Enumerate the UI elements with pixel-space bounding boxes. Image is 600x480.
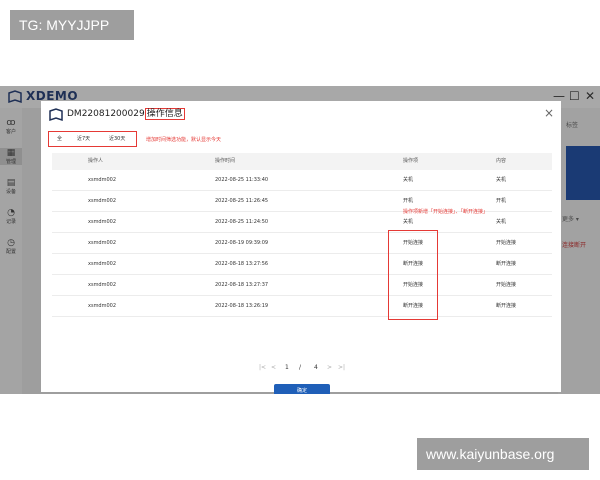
cell-time: 2022-08-18 13:26:19 xyxy=(215,303,269,309)
filter-last-30-days-tab[interactable]: 近30天 xyxy=(109,136,125,143)
table-row: xsmdm002 2022-08-19 09:39:09 开始连接 开始连接 xyxy=(52,233,552,254)
table-row: xsmdm002 2022-08-25 11:33:40 关机 关机 xyxy=(52,170,552,191)
filter-last-7-days-tab[interactable]: 近7天 xyxy=(77,136,90,143)
dialog-title-label: 操作信息 xyxy=(144,108,185,120)
cell-operator: xsmdm002 xyxy=(88,177,117,183)
cell-time: 2022-08-25 11:26:45 xyxy=(215,198,269,204)
record-icon: ◔ xyxy=(7,208,15,218)
blue-panel xyxy=(566,146,600,200)
dialog-logo-icon xyxy=(49,108,63,122)
cell-content: 关机 xyxy=(496,177,507,183)
table-row: xsmdm002 2022-08-18 13:27:37 开始连接 开始连接 xyxy=(52,275,552,296)
nav-item-config[interactable]: ◷ 配置 xyxy=(0,238,22,255)
operation-info-dialog: DM22081200029 操作信息 × 全 近7天 近30天 增加时间筛选功能，… xyxy=(41,101,561,394)
app-screenshot: XDEMO — ☐ ✕ ꝏ 客户 ▦ 管理 ▤ 设备 ◔ 记录 ◷ 配置 标签 更多 ▾ … xyxy=(0,86,600,394)
cell-operator: xsmdm002 xyxy=(88,303,117,309)
column-header-operation: 操作项 xyxy=(403,158,419,164)
cell-operation: 关机 xyxy=(403,219,414,225)
cell-content: 开始连接 xyxy=(496,240,517,246)
total-pages: 4 xyxy=(314,364,318,371)
device-icon: ▤ xyxy=(6,178,16,188)
maximize-button[interactable]: ☐ xyxy=(569,88,580,104)
disconnect-status: 连接断开 xyxy=(562,242,587,249)
current-page[interactable]: 1 xyxy=(285,364,289,372)
cell-content: 断开连接 xyxy=(496,303,517,309)
app-sidebar: ꝏ 客户 ▦ 管理 ▤ 设备 ◔ 记录 ◷ 配置 xyxy=(0,108,22,394)
time-filter: 全 近7天 近30天 xyxy=(48,131,137,147)
operation-annotation: 操作项新增「开始连接」、「断开连接」 xyxy=(403,209,489,215)
cell-content: 断开连接 xyxy=(496,261,517,267)
table-row: xsmdm002 2022-08-18 13:27:56 断开连接 断开连接 xyxy=(52,254,552,275)
cell-content: 开机 xyxy=(496,198,507,204)
ok-button[interactable]: 确定 xyxy=(274,384,330,394)
nav-item-customer[interactable]: ꝏ 客户 xyxy=(0,118,22,135)
filter-all-tab[interactable]: 全 xyxy=(57,136,62,143)
cell-time: 2022-08-19 09:39:09 xyxy=(215,240,269,246)
cell-operation: 关机 xyxy=(403,177,414,183)
cell-time: 2022-08-25 11:33:40 xyxy=(215,177,269,183)
first-page-button[interactable]: |< xyxy=(259,364,266,372)
dialog-title: DM22081200029 操作信息 xyxy=(67,108,185,120)
right-label: 标签 xyxy=(566,122,579,129)
cell-operator: xsmdm002 xyxy=(88,282,117,288)
watermark-top: TG: MYYJJPP xyxy=(10,10,134,40)
nav-item-manage[interactable]: ▦ 管理 xyxy=(0,148,22,165)
last-page-button[interactable]: >| xyxy=(338,364,345,372)
cell-operator: xsmdm002 xyxy=(88,219,117,225)
operation-highlight-box xyxy=(388,230,438,320)
clock-icon: ◷ xyxy=(7,238,15,248)
nav-item-device[interactable]: ▤ 设备 xyxy=(0,178,22,195)
table-header: 操作人 操作时间 操作项 内容 xyxy=(52,153,552,170)
cell-operator: xsmdm002 xyxy=(88,261,117,267)
app-logo-icon xyxy=(8,90,22,104)
close-window-button[interactable]: ✕ xyxy=(585,88,595,104)
cell-operator: xsmdm002 xyxy=(88,198,117,204)
page-separator: / xyxy=(299,364,302,371)
cell-time: 2022-08-25 11:24:50 xyxy=(215,219,269,225)
filter-annotation: 增加时间筛选功能，默认显示今天 xyxy=(146,137,222,143)
cell-content: 关机 xyxy=(496,219,507,225)
column-header-operator: 操作人 xyxy=(88,158,104,164)
next-page-button[interactable]: > xyxy=(327,364,332,372)
cell-operation: 开机 xyxy=(403,198,414,204)
watermark-bottom: www.kaiyunbase.org xyxy=(417,438,589,470)
more-dropdown[interactable]: 更多 ▾ xyxy=(562,214,579,223)
column-header-time: 操作时间 xyxy=(215,158,236,164)
cell-content: 开始连接 xyxy=(496,282,517,288)
grid-icon: ▦ xyxy=(6,148,16,158)
nav-item-record[interactable]: ◔ 记录 xyxy=(0,208,22,225)
cell-operator: xsmdm002 xyxy=(88,240,117,246)
cell-time: 2022-08-18 13:27:37 xyxy=(215,282,269,288)
person-icon: ꝏ xyxy=(6,118,16,128)
prev-page-button[interactable]: < xyxy=(271,364,276,372)
column-header-content: 内容 xyxy=(496,158,507,164)
dialog-title-id: DM22081200029 xyxy=(67,109,145,119)
dialog-close-button[interactable]: × xyxy=(544,106,554,120)
cell-time: 2022-08-18 13:27:56 xyxy=(215,261,269,267)
table-row: xsmdm002 2022-08-18 13:26:19 断开连接 断开连接 xyxy=(52,296,552,317)
